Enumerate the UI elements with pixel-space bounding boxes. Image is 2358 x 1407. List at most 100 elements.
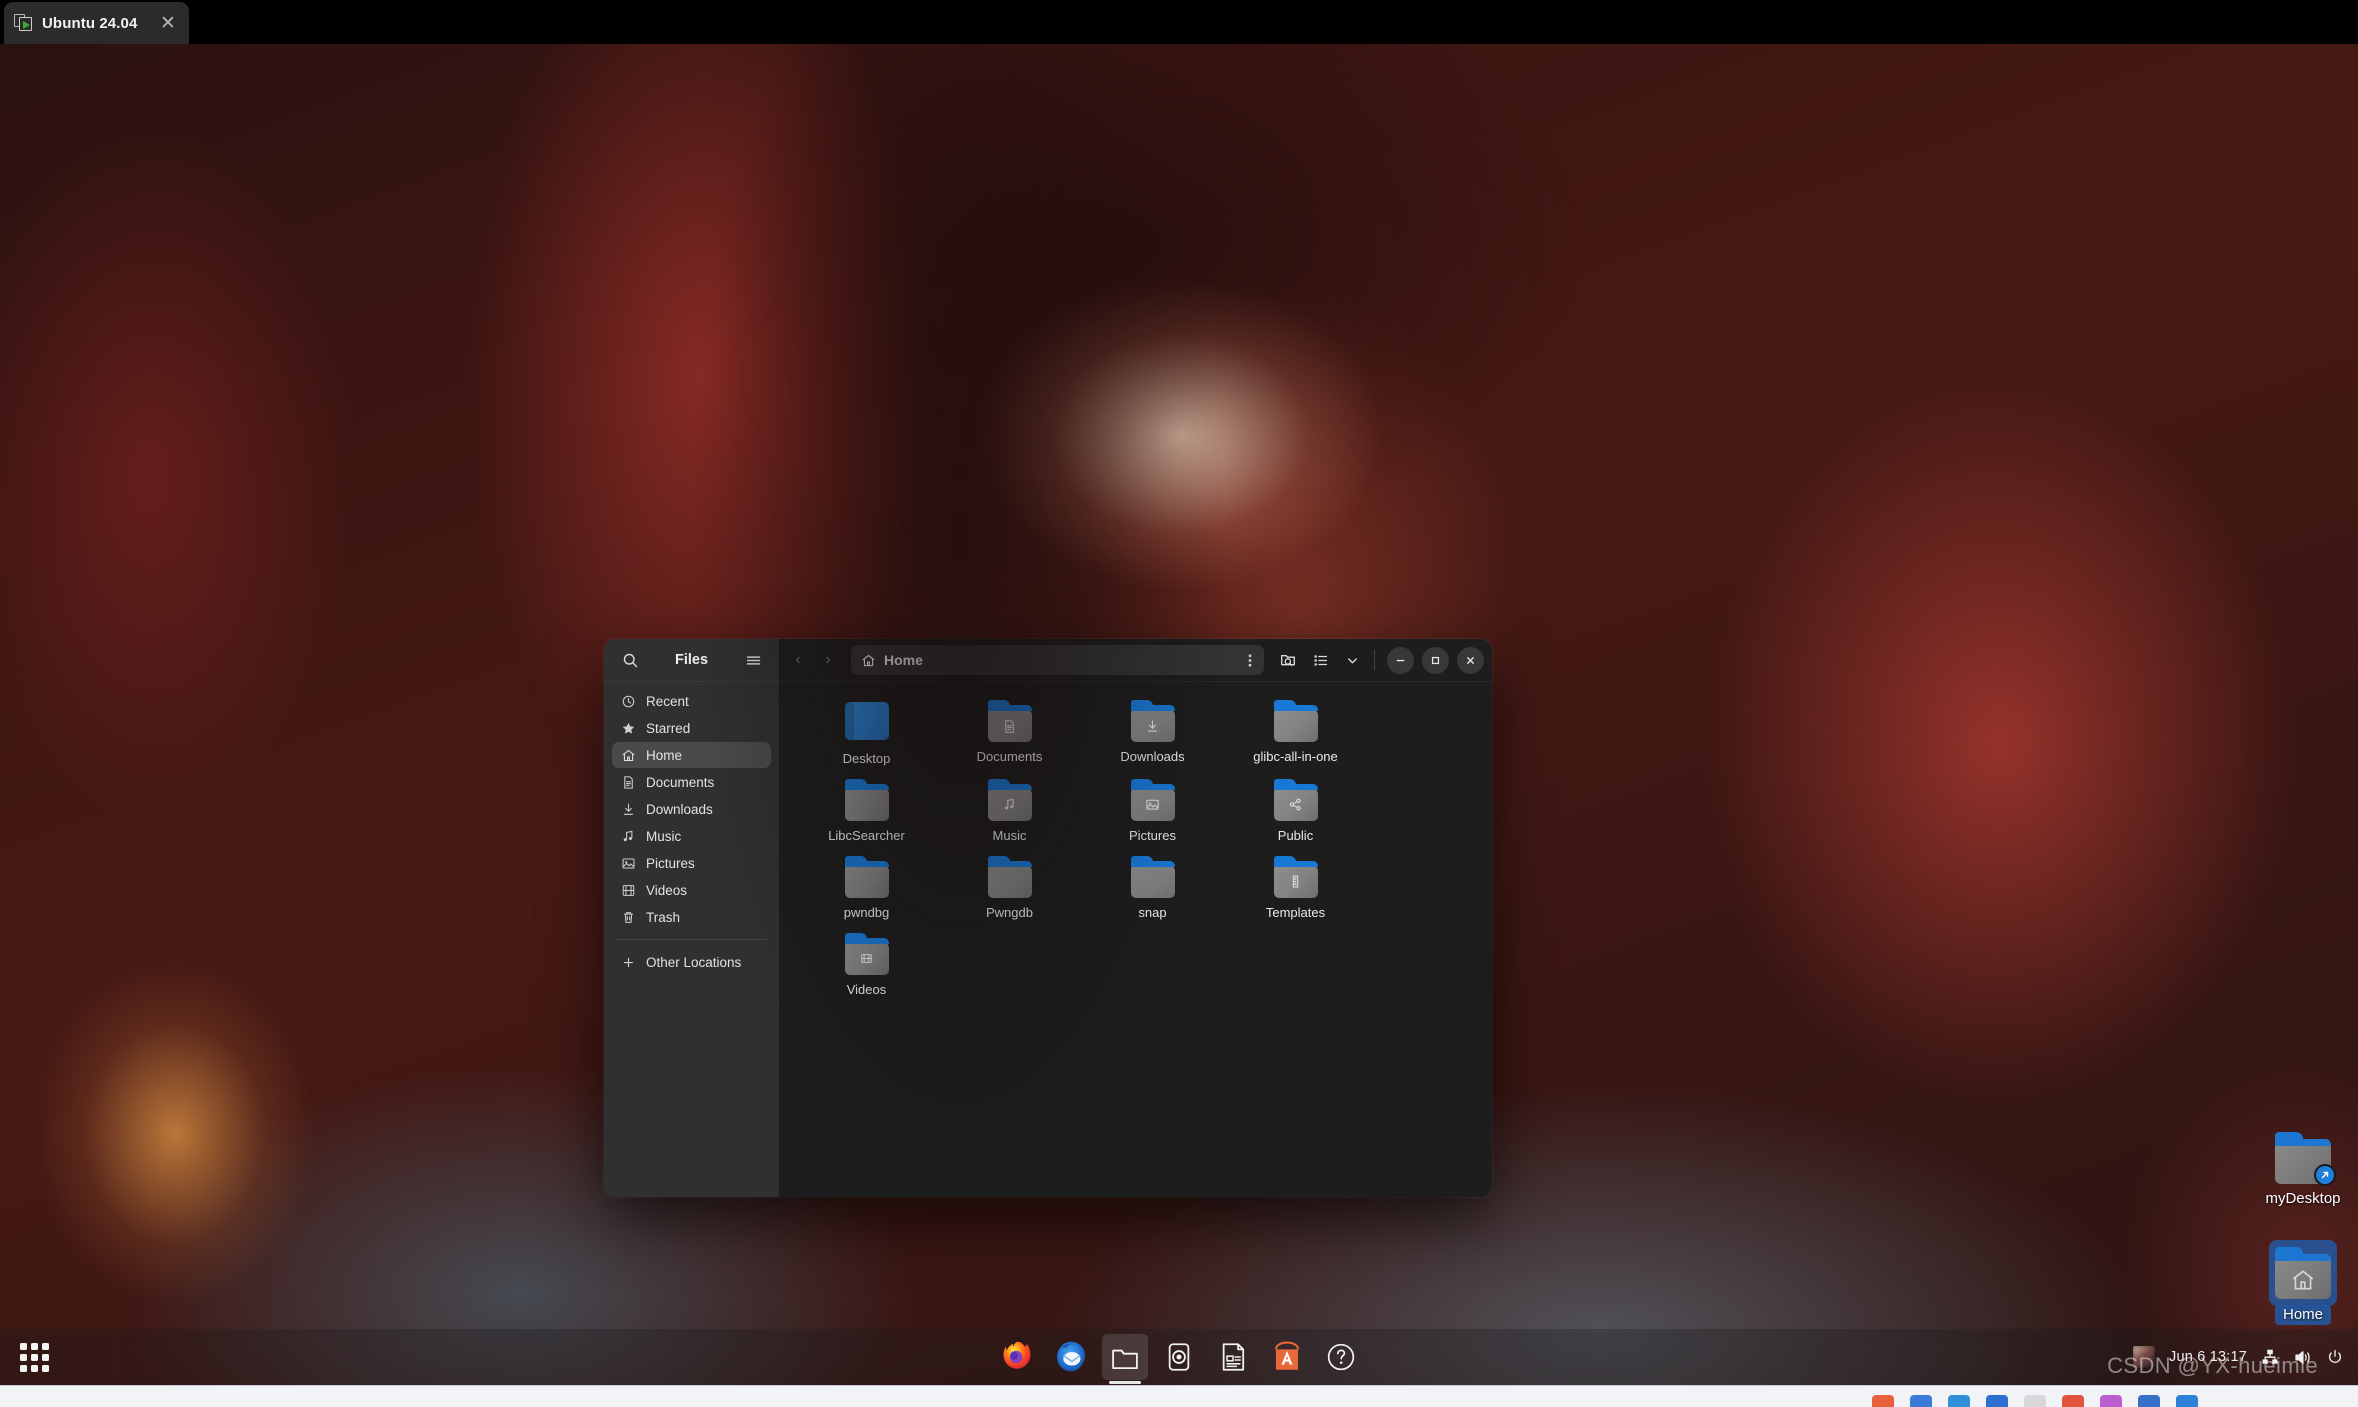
toolbar-divider	[1374, 650, 1375, 670]
folder-search-icon[interactable]	[1274, 646, 1302, 674]
file-item-snap[interactable]: snap	[1081, 852, 1224, 929]
vm-top-bar: Ubuntu 24.04 ✕	[0, 0, 2358, 44]
file-item-label: LibcSearcher	[828, 827, 905, 843]
maximize-button[interactable]	[1422, 646, 1449, 674]
path-bar[interactable]: Home	[851, 645, 1264, 675]
hamburger-menu-icon[interactable]	[739, 646, 767, 674]
sidebar-item-label: Documents	[646, 774, 715, 790]
file-item-pwngdb[interactable]: Pwngdb	[938, 852, 1081, 929]
folder-icon	[2272, 1247, 2334, 1299]
back-button[interactable]: ‹	[785, 646, 811, 674]
file-item-pictures[interactable]: Pictures	[1081, 775, 1224, 852]
chevron-down-icon[interactable]	[1338, 646, 1366, 674]
sidebar-item-label: Starred	[646, 720, 691, 736]
file-item-templates[interactable]: Templates	[1224, 852, 1367, 929]
file-item-label: Pictures	[1129, 827, 1176, 843]
close-button[interactable]	[1457, 646, 1484, 674]
dock-app-ubuntu-software[interactable]	[1264, 1334, 1310, 1380]
sidebar-item-label: Other Locations	[646, 954, 742, 970]
host-icon-7	[2100, 1395, 2122, 1407]
file-item-documents[interactable]: Documents	[938, 696, 1081, 775]
file-item-label: glibc-all-in-one	[1253, 749, 1338, 764]
file-item-label: Desktop	[842, 751, 891, 766]
file-item-libcsearcher[interactable]: LibcSearcher	[795, 775, 938, 852]
close-icon[interactable]: ✕	[157, 14, 179, 33]
window-header: Files ‹ › Home	[604, 639, 1492, 682]
star-icon	[620, 720, 636, 736]
sidebar-item-trash[interactable]: Trash	[612, 904, 771, 930]
folder-icon	[986, 855, 1034, 898]
file-item-public[interactable]: Public	[1224, 775, 1367, 852]
sidebar: Recent Starred Home Documents Downloads …	[604, 682, 779, 1197]
host-icon-2	[1910, 1395, 1932, 1407]
folder-icon	[986, 700, 1034, 742]
sidebar-item-recent[interactable]: Recent	[612, 688, 771, 714]
dock-app-help[interactable]	[1318, 1334, 1364, 1380]
sidebar-item-label: Pictures	[646, 855, 695, 871]
libreoffice-writer-icon	[1222, 1343, 1245, 1371]
help-question-icon	[1327, 1343, 1355, 1371]
path-label: Home	[884, 652, 923, 668]
volume-icon[interactable]	[2293, 1348, 2312, 1367]
file-item-glibc-all-in-one[interactable]: glibc-all-in-one	[1224, 696, 1367, 775]
search-icon[interactable]	[616, 646, 644, 674]
document-icon	[988, 710, 1032, 742]
file-item-desktop[interactable]: Desktop	[795, 696, 938, 775]
dock-app-thunderbird[interactable]	[1048, 1334, 1094, 1380]
file-item-label: snap	[1138, 904, 1167, 920]
folder-icon	[986, 778, 1034, 821]
file-item-pwndbg[interactable]: pwndbg	[795, 852, 938, 929]
vm-tab-ubuntu[interactable]: Ubuntu 24.04 ✕	[4, 2, 189, 44]
host-icon-9	[2176, 1395, 2198, 1407]
folder-icon	[843, 778, 891, 821]
document-icon	[620, 774, 636, 790]
minimize-button[interactable]	[1387, 646, 1414, 674]
forward-button[interactable]: ›	[815, 646, 841, 674]
desktop-icon-home[interactable]: Home	[2248, 1240, 2358, 1325]
home-icon	[861, 653, 876, 668]
list-view-icon[interactable]	[1306, 646, 1334, 674]
sidebar-item-other-locations[interactable]: Other Locations	[612, 949, 771, 975]
file-grid: Desktop Documents Downloads glibc-all-in…	[779, 682, 1492, 1197]
power-icon[interactable]	[2326, 1348, 2344, 1366]
desktop-icon-mydesktop[interactable]: myDesktop	[2248, 1132, 2358, 1208]
plus-icon	[620, 954, 636, 970]
file-item-videos[interactable]: Videos	[795, 929, 938, 1006]
file-item-music[interactable]: Music	[938, 775, 1081, 852]
folder-icon	[843, 932, 891, 975]
template-icon	[1274, 866, 1318, 898]
dock-app-libreoffice-writer[interactable]	[1210, 1334, 1256, 1380]
sidebar-item-label: Music	[646, 828, 682, 844]
host-icon-6	[2062, 1395, 2084, 1407]
sidebar-item-documents[interactable]: Documents	[612, 769, 771, 795]
sidebar-item-downloads[interactable]: Downloads	[612, 796, 771, 822]
folder-icon	[1129, 855, 1177, 898]
sidebar-item-music[interactable]: Music	[612, 823, 771, 849]
file-item-label: pwndbg	[843, 904, 890, 920]
files-window[interactable]: Files ‹ › Home Recent Starred Home Docum…	[604, 639, 1492, 1197]
clock-icon	[620, 693, 636, 709]
network-wired-icon[interactable]	[2261, 1348, 2279, 1366]
vm-tab-title: Ubuntu 24.04	[42, 14, 138, 32]
sidebar-item-home[interactable]: Home	[612, 742, 771, 768]
sidebar-item-starred[interactable]: Starred	[612, 715, 771, 741]
folder-icon	[1272, 855, 1320, 898]
dock-app-files[interactable]	[1102, 1334, 1148, 1384]
file-item-downloads[interactable]: Downloads	[1081, 696, 1224, 775]
avatar[interactable]	[2133, 1346, 2155, 1368]
file-item-label: Templates	[1265, 904, 1326, 920]
folder-icon	[1129, 778, 1177, 821]
sidebar-item-videos[interactable]: Videos	[612, 877, 771, 903]
show-applications-button[interactable]	[16, 1339, 52, 1375]
sidebar-item-label: Home	[646, 747, 683, 763]
sidebar-item-pictures[interactable]: Pictures	[612, 850, 771, 876]
host-icon-4	[1986, 1395, 2008, 1407]
dock-app-list	[994, 1329, 1364, 1385]
dock-app-rhythmbox[interactable]	[1156, 1334, 1202, 1380]
dock-app-firefox[interactable]	[994, 1334, 1040, 1380]
clock[interactable]: Jun 6 13:17	[2169, 1349, 2247, 1365]
system-tray: Jun 6 13:17	[2133, 1346, 2344, 1368]
sidebar-item-label: Trash	[646, 909, 681, 925]
kebab-menu-icon[interactable]	[1246, 653, 1254, 668]
thunderbird-icon	[1057, 1341, 1085, 1372]
